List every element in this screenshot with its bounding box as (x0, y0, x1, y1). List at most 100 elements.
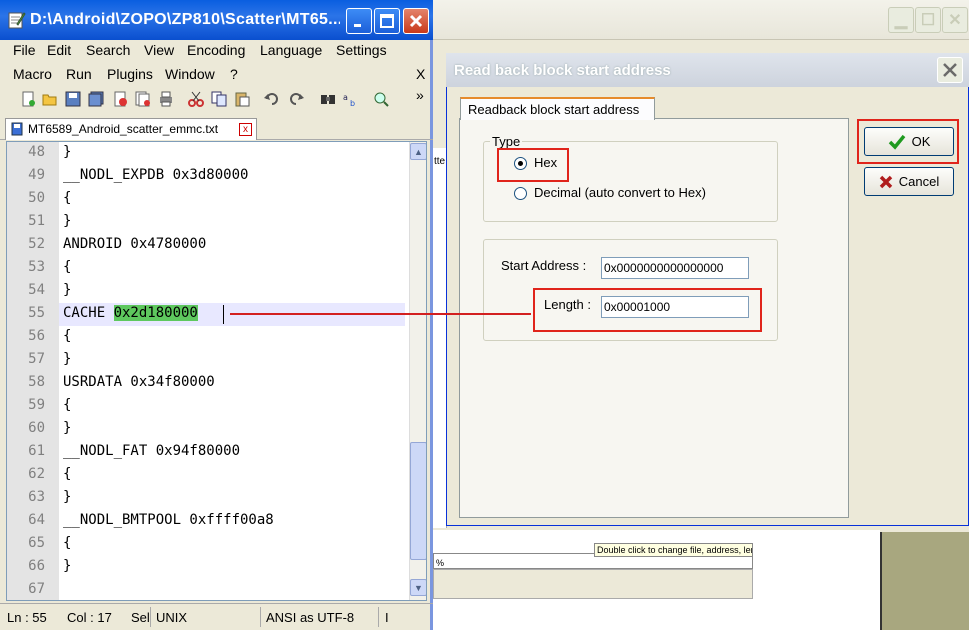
menu-window[interactable]: Window (165, 66, 215, 82)
svg-text:a: a (343, 93, 348, 102)
npp-window-title: D:\Android\ZOPO\ZP810\Scatter\MT65... (30, 11, 340, 28)
menu-plugins[interactable]: Plugins (107, 66, 153, 82)
line-number: 48 (28, 144, 45, 160)
status-divider (260, 607, 261, 627)
tab-scatter-file[interactable]: MT6589_Android_scatter_emmc.txt x (5, 118, 257, 140)
minimize-icon[interactable] (346, 8, 372, 34)
bg-horizontal-scrollbar[interactable] (433, 569, 753, 599)
maximize-icon[interactable] (374, 8, 400, 34)
code-line[interactable]: USRDATA 0x34f80000 (63, 374, 215, 390)
close-all-icon[interactable] (135, 91, 151, 107)
code-line[interactable]: { (63, 397, 71, 413)
code-line[interactable]: } (63, 420, 71, 436)
menu-settings[interactable]: Settings (336, 42, 387, 58)
code-line[interactable]: { (63, 466, 71, 482)
radio-decimal[interactable] (514, 187, 527, 200)
undo-icon[interactable] (264, 91, 280, 107)
code-text: } (63, 213, 72, 229)
code-line[interactable]: __NODL_FAT 0x94f80000 (63, 443, 240, 459)
menu-run[interactable]: Run (66, 66, 92, 82)
redo-icon[interactable] (288, 91, 304, 107)
vertical-scrollbar[interactable]: ▲ ▼ (409, 142, 426, 600)
menu-search[interactable]: Search (86, 42, 130, 58)
scroll-up-icon[interactable]: ▲ (410, 143, 426, 160)
text-caret (223, 305, 224, 324)
code-line[interactable]: } (63, 489, 71, 505)
zoom-in-icon[interactable] (373, 91, 389, 107)
code-text: __NODL_BMTPOOL 0xffff00a8 (63, 512, 274, 528)
line-number: 61 (28, 443, 45, 459)
print-icon[interactable] (158, 91, 174, 107)
code-line[interactable]: } (63, 282, 71, 298)
menu-encoding[interactable]: Encoding (187, 42, 245, 58)
tab-readback-address[interactable]: Readback block start address (460, 97, 655, 120)
bg-desktop-area (880, 532, 969, 630)
menu-macro[interactable]: Macro (13, 66, 52, 82)
menu-bar-row1: File Edit Search View Encoding Language … (0, 40, 433, 62)
save-all-icon[interactable] (88, 91, 104, 107)
menu-help[interactable]: ? (230, 66, 238, 82)
annotation-connector-line (230, 313, 531, 315)
line-number: 63 (28, 489, 45, 505)
dialog-close-icon[interactable] (937, 57, 963, 83)
line-number: 67 (28, 581, 45, 597)
bg-tooltip: Double click to change file, address, le… (594, 543, 753, 557)
code-line[interactable]: { (63, 259, 71, 275)
code-text: __NODL_EXPDB 0x3d80000 (63, 167, 249, 183)
bg-list-text: % (436, 558, 445, 568)
bg-maximize-icon[interactable]: ☐ (915, 7, 941, 33)
line-number: 59 (28, 397, 45, 413)
cut-icon[interactable] (188, 91, 204, 107)
code-editor[interactable]: ▲ ▼ 48} 49 __NODL_EXPDB 0x3d80000 50 {51} 52 A… (6, 141, 427, 601)
code-text: { (63, 259, 72, 275)
bg-close-icon[interactable]: ✕ (942, 7, 968, 33)
paste-icon[interactable] (234, 91, 250, 107)
menu-close-doc[interactable]: X (416, 66, 425, 82)
line-number: 53 (28, 259, 45, 275)
tab-label: MT6589_Android_scatter_emmc.txt (28, 122, 219, 136)
code-line[interactable]: } (63, 144, 71, 160)
code-line[interactable]: } (63, 213, 71, 229)
code-line[interactable]: { (63, 190, 71, 206)
scroll-down-icon[interactable]: ▼ (410, 579, 426, 596)
scrollbar-thumb[interactable] (410, 442, 426, 560)
replace-icon[interactable]: ab (343, 91, 359, 107)
tab-close-icon[interactable]: x (239, 123, 252, 136)
radio-decimal-label[interactable]: Decimal (auto convert to Hex) (534, 185, 706, 200)
code-line[interactable]: } (63, 351, 71, 367)
line-number: 51 (28, 213, 45, 229)
code-text: USRDATA 0x34f80000 (63, 374, 215, 390)
new-file-icon[interactable] (20, 91, 36, 107)
line-number: 52 (28, 236, 45, 252)
close-file-icon[interactable] (112, 91, 128, 107)
code-line[interactable]: __NODL_EXPDB 0x3d80000 (63, 167, 248, 183)
selected-text[interactable]: 0x2d180000 (113, 305, 198, 321)
code-line[interactable]: { (63, 535, 71, 551)
cross-icon (879, 175, 893, 188)
code-text: } (63, 489, 72, 505)
close-icon[interactable] (403, 8, 429, 34)
svg-text:b: b (350, 99, 355, 107)
code-line[interactable]: __NODL_BMTPOOL 0xffff00a8 (63, 512, 274, 528)
line-number: 66 (28, 558, 45, 574)
menu-edit[interactable]: Edit (47, 42, 71, 58)
open-file-icon[interactable] (42, 91, 58, 107)
copy-icon[interactable] (211, 91, 227, 107)
code-line[interactable]: } (63, 558, 71, 574)
annotation-length-box (533, 288, 762, 332)
cancel-button-label: Cancel (898, 174, 940, 189)
code-line[interactable]: ANDROID 0x4780000 (63, 236, 206, 252)
code-line[interactable]: { (63, 328, 71, 344)
code-line[interactable]: CACHE 0x2d180000 (63, 305, 198, 321)
find-icon[interactable] (320, 91, 336, 107)
start-address-field[interactable]: 0x0000000000000000 (601, 257, 749, 279)
line-number: 64 (28, 512, 45, 528)
bg-strip-text: tte (434, 156, 446, 167)
cancel-button[interactable]: Cancel (864, 167, 954, 196)
bg-minimize-icon[interactable]: ▁ (888, 7, 914, 33)
menu-language[interactable]: Language (260, 42, 322, 58)
toolbar-overflow-icon[interactable]: » (416, 87, 424, 103)
menu-file[interactable]: File (13, 42, 36, 58)
menu-view[interactable]: View (144, 42, 174, 58)
save-icon[interactable] (65, 91, 81, 107)
